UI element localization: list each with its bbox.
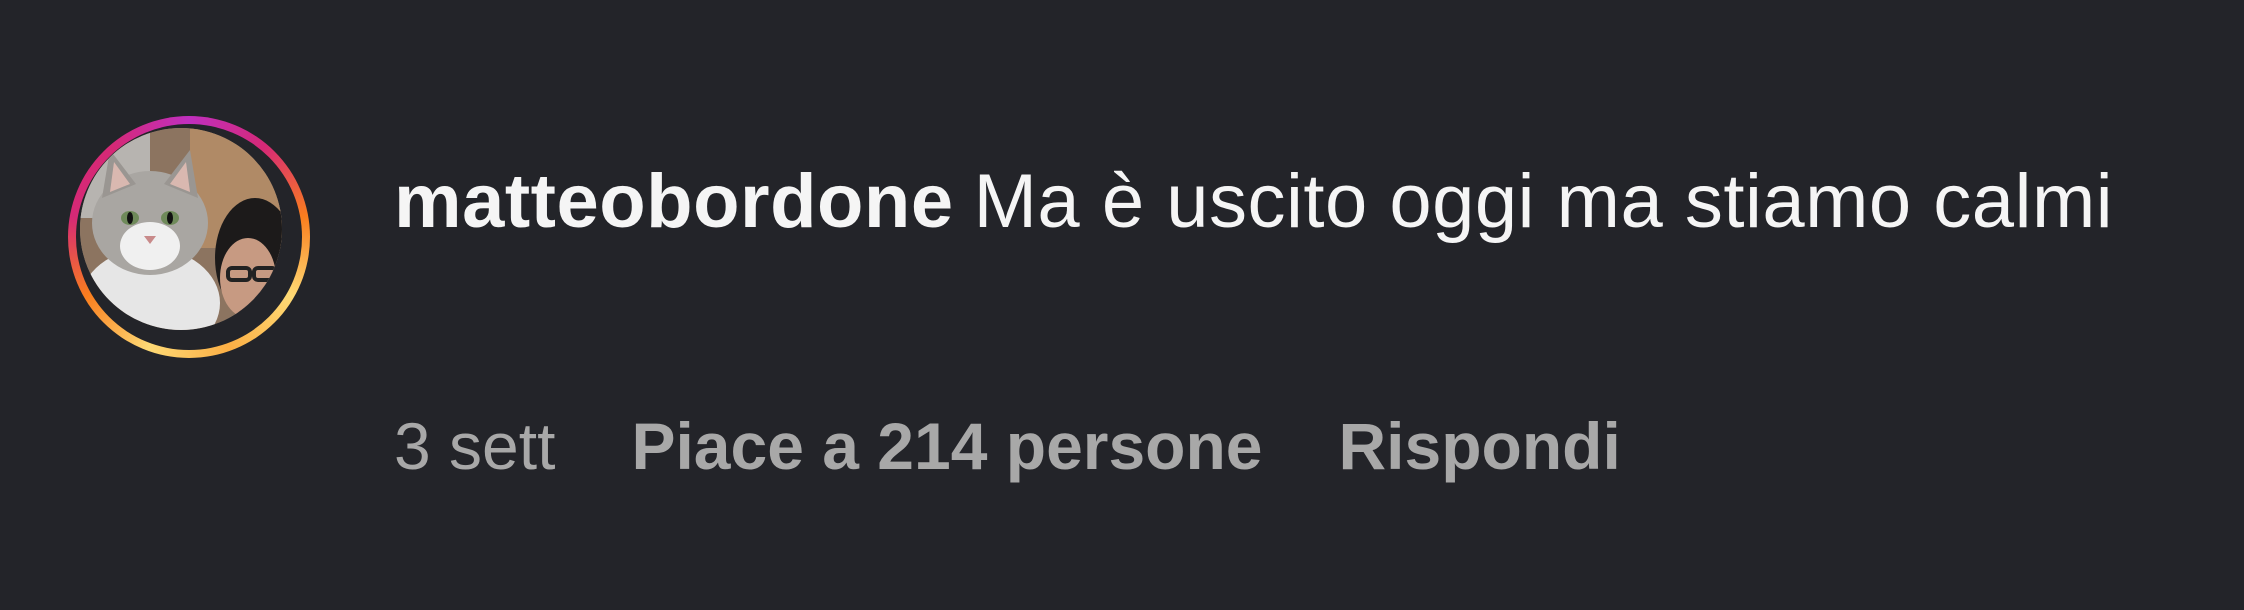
story-ring[interactable]: [68, 116, 310, 358]
comment-text: Ma è uscito oggi ma stiamo calmi: [973, 159, 2114, 244]
likes-count-link[interactable]: Piace a 214 persone: [631, 408, 1262, 484]
comment-timestamp: 3 sett: [394, 409, 556, 483]
comment-username[interactable]: matteobordone: [394, 159, 954, 244]
comment-item: matteobordone Ma è uscito oggi ma stiamo …: [0, 0, 2244, 610]
comment-meta: 3 sett Piace a 214 persone Rispondi: [394, 408, 1621, 484]
avatar[interactable]: [80, 128, 282, 330]
reply-button[interactable]: Rispondi: [1339, 408, 1621, 484]
avatar-photo-icon: [80, 128, 282, 330]
comment-body: matteobordone Ma è uscito oggi ma stiamo …: [394, 148, 2154, 256]
